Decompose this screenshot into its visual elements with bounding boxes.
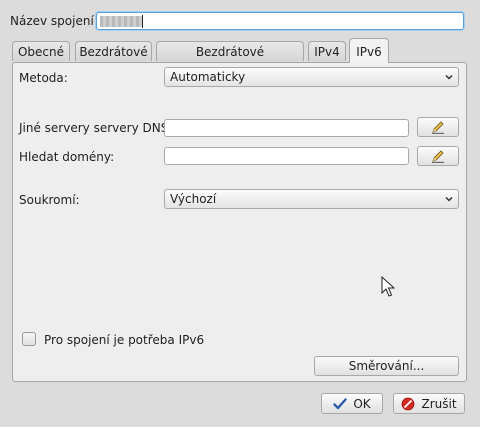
chevron-down-icon — [445, 196, 453, 202]
search-domains-input[interactable] — [164, 147, 409, 165]
tab-ipv4-label: IPv4 — [314, 45, 340, 59]
dns-servers-label: Jiné servery servery DNS: — [19, 121, 173, 135]
ipv6-required-checkbox[interactable] — [22, 332, 36, 346]
search-domains-edit-button[interactable] — [417, 146, 459, 166]
method-value: Automaticky — [170, 70, 246, 84]
privacy-value: Výchozí — [170, 192, 217, 206]
text-caret — [142, 15, 143, 28]
routes-button[interactable]: Směrování... — [314, 356, 459, 376]
tab-ipv6[interactable]: IPv6 — [349, 38, 389, 63]
tab-general[interactable]: Obecné — [12, 41, 70, 61]
ipv6-required-label[interactable]: Pro spojení je potřeba IPv6 — [44, 333, 204, 347]
cancel-icon — [402, 397, 415, 410]
cancel-button-label: Zrušit — [421, 396, 457, 411]
tab-wireless-security[interactable]: Bezdrátové zabezpečení — [156, 41, 304, 79]
search-domains-label: Hledat domény: — [19, 150, 115, 164]
tab-ipv6-label: IPv6 — [356, 45, 382, 59]
tab-wireless[interactable]: Bezdrátové — [75, 41, 152, 61]
privacy-select[interactable]: Výchozí — [164, 189, 459, 209]
cancel-button[interactable]: Zrušit — [393, 393, 465, 414]
method-select[interactable]: Automaticky — [164, 67, 459, 87]
tab-wireless-label: Bezdrátové — [79, 45, 148, 59]
connection-name-input[interactable] — [96, 12, 464, 30]
method-label: Metoda: — [19, 71, 68, 85]
connection-name-value — [100, 16, 142, 27]
dns-servers-input[interactable] — [164, 119, 409, 137]
pencil-icon — [432, 150, 444, 163]
connection-name-label: Název spojení: — [10, 14, 98, 28]
chevron-down-icon — [445, 74, 453, 80]
pencil-icon — [432, 121, 444, 134]
tab-general-label: Obecné — [17, 45, 65, 59]
mouse-pointer-icon — [381, 276, 395, 297]
ok-button[interactable]: OK — [321, 393, 383, 414]
dns-servers-edit-button[interactable] — [417, 117, 459, 137]
ok-button-label: OK — [353, 396, 371, 411]
routes-button-label: Směrování... — [348, 359, 425, 373]
checkmark-icon — [333, 397, 348, 409]
tab-ipv4[interactable]: IPv4 — [308, 41, 346, 61]
privacy-label: Soukromí: — [19, 193, 80, 207]
